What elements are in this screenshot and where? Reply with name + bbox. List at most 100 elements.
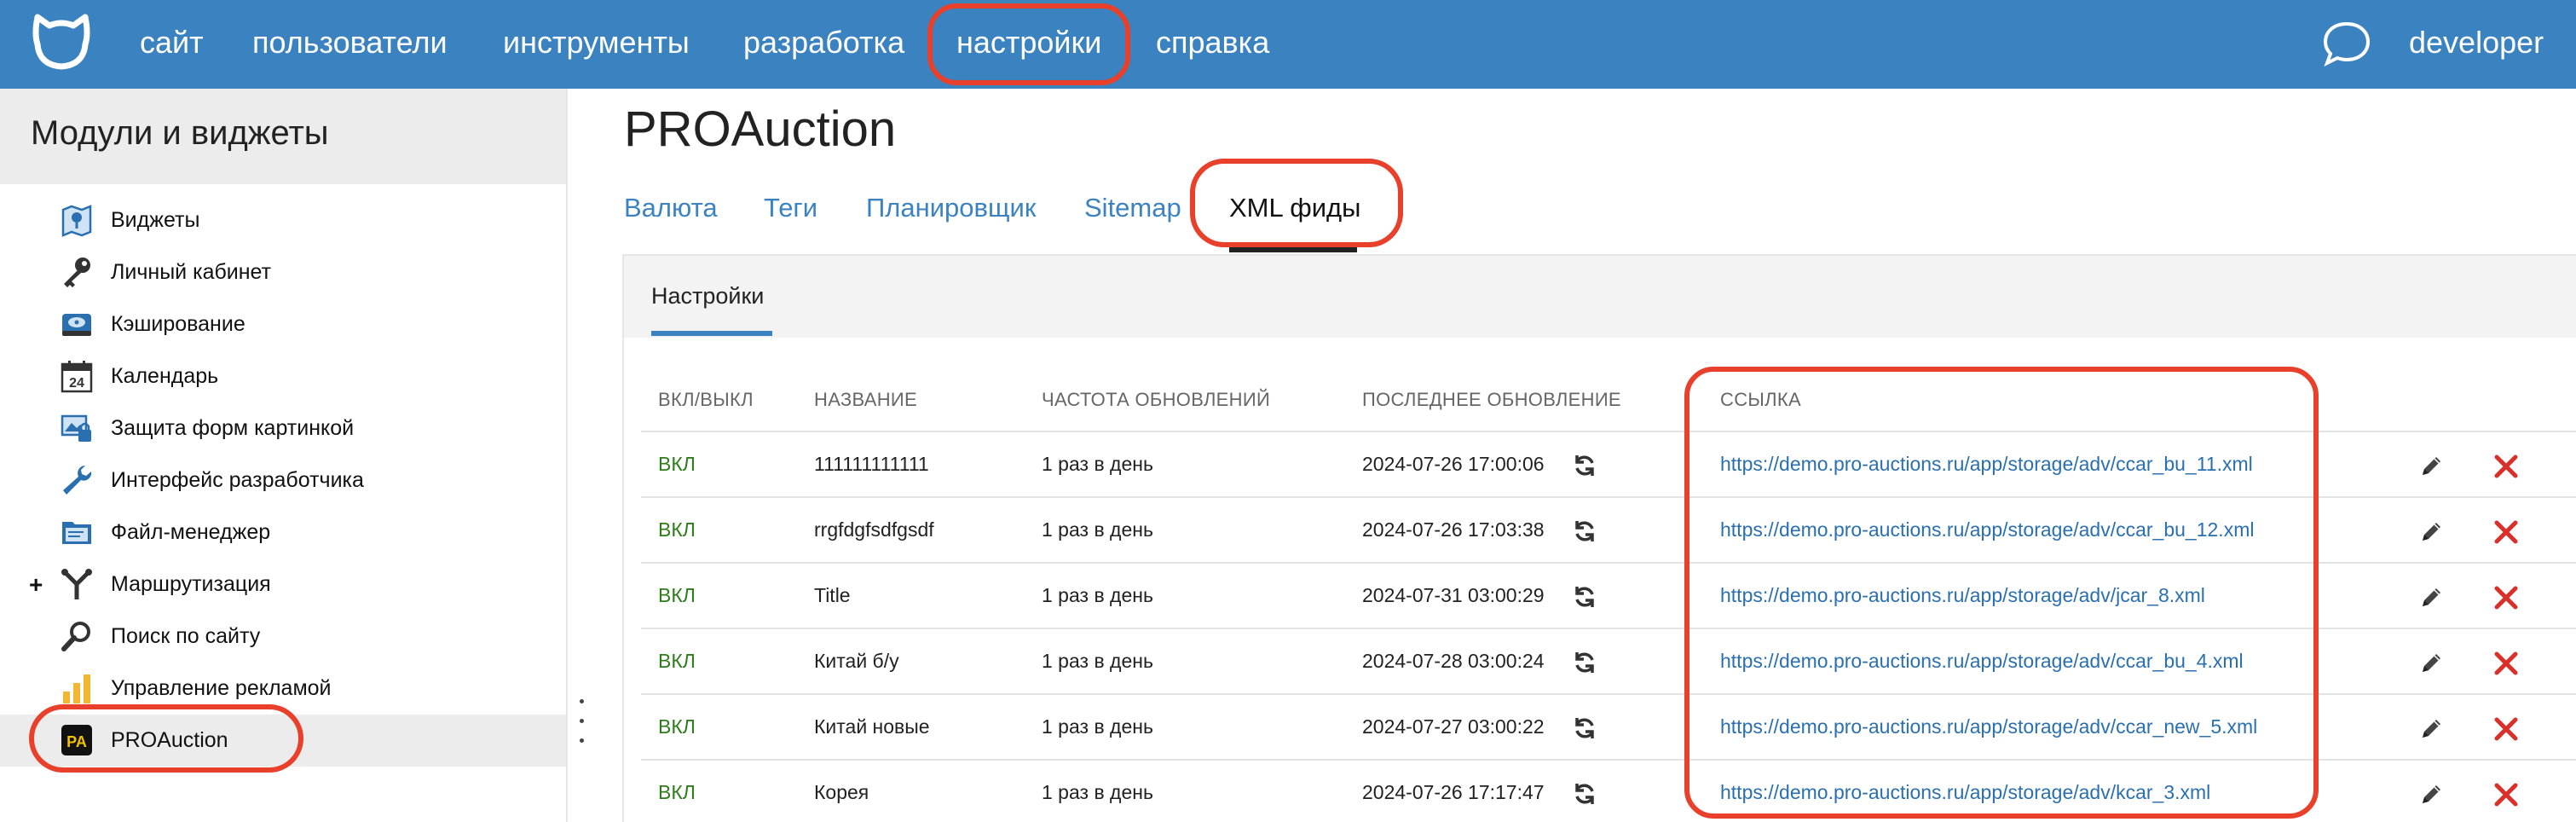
status-toggle[interactable]: ВКЛ	[658, 629, 696, 693]
update-frequency: 1 раз в день	[1042, 453, 1153, 475]
feed-name: Title	[814, 584, 851, 606]
status-toggle[interactable]: ВКЛ	[658, 761, 696, 822]
status-toggle[interactable]: ВКЛ	[658, 695, 696, 759]
refresh-icon[interactable]	[1572, 781, 1597, 807]
sidebar-item-label: Личный кабинет	[111, 260, 272, 284]
feed-name: Китай новые	[814, 715, 930, 738]
wrench-icon	[63, 466, 92, 495]
tab-scheduler[interactable]: Планировщик	[866, 193, 1036, 223]
top-navbar: сайт пользователи инструменты разработка…	[0, 0, 2576, 89]
update-frequency: 1 раз в день	[1042, 781, 1153, 803]
column-header-frequency: ЧАСТОТА ОБНОВЛЕНИЙ	[1042, 389, 1271, 410]
feed-name: Корея	[814, 781, 869, 803]
nav-users[interactable]: пользователи	[252, 0, 448, 89]
nav-help[interactable]: справка	[1156, 0, 1269, 89]
tab-tags[interactable]: Теги	[764, 193, 817, 223]
nav-development[interactable]: разработка	[743, 0, 904, 89]
status-toggle[interactable]: ВКЛ	[658, 564, 696, 628]
close-x-icon[interactable]	[2492, 453, 2520, 480]
active-tab-indicator	[1229, 247, 1357, 252]
refresh-icon[interactable]	[1572, 453, 1597, 478]
file-manager-icon	[62, 522, 91, 544]
update-frequency: 1 раз в день	[1042, 584, 1153, 606]
sidebar-item-routing[interactable]: + Маршрутизация	[0, 559, 566, 611]
last-update-time: 2024-07-31 03:00:29	[1362, 584, 1545, 606]
tab-sitemap[interactable]: Sitemap	[1084, 193, 1181, 223]
key-icon	[64, 258, 90, 287]
highlight-ring	[29, 704, 303, 773]
ads-chart-icon	[63, 674, 90, 703]
highlight-ring	[1684, 367, 2319, 819]
close-x-icon[interactable]	[2492, 650, 2520, 677]
active-subtab-indicator	[651, 331, 772, 336]
update-frequency: 1 раз в день	[1042, 518, 1153, 541]
tab-currency[interactable]: Валюта	[624, 193, 718, 223]
feed-name: Китай б/у	[814, 650, 899, 672]
sidebar-item-caching[interactable]: Кэширование	[0, 298, 566, 350]
refresh-icon[interactable]	[1572, 584, 1597, 610]
cat-logo-icon[interactable]	[29, 10, 94, 75]
page-title: PROAuction	[624, 101, 897, 157]
sidebar-item-label: Календарь	[111, 364, 219, 388]
close-x-icon[interactable]	[2492, 715, 2520, 743]
sidebar-item-dev-interface[interactable]: Интерфейс разработчика	[0, 454, 566, 507]
chat-bubble-icon[interactable]	[2322, 19, 2371, 68]
nav-tools[interactable]: инструменты	[503, 0, 690, 89]
panel-header: Настройки	[624, 256, 2576, 338]
refresh-icon[interactable]	[1572, 650, 1597, 675]
nav-settings[interactable]: настройки	[927, 0, 1131, 89]
pencil-icon[interactable]	[2417, 518, 2445, 546]
last-update-time: 2024-07-27 03:00:22	[1362, 715, 1545, 738]
nav-site[interactable]: сайт	[140, 0, 204, 89]
sidebar-item-label: Маршрутизация	[111, 572, 271, 596]
pencil-icon[interactable]	[2417, 453, 2445, 480]
sidebar-item-label: Защита форм картинкой	[111, 416, 355, 440]
sidebar-resize-handle[interactable]	[578, 699, 586, 750]
svg-text:24: 24	[69, 376, 84, 391]
highlight-ring	[1190, 159, 1403, 247]
sidebar-item-calendar[interactable]: 24 Календарь	[0, 350, 566, 402]
update-frequency: 1 раз в день	[1042, 715, 1153, 738]
close-x-icon[interactable]	[2492, 584, 2520, 611]
sidebar-item-personal-cabinet[interactable]: Личный кабинет	[0, 246, 566, 298]
last-update-time: 2024-07-26 17:03:38	[1362, 518, 1545, 541]
sidebar-item-file-manager[interactable]: Файл-менеджер	[0, 507, 566, 559]
calendar-icon: 24	[61, 361, 93, 393]
captcha-icon	[61, 414, 91, 442]
refresh-icon[interactable]	[1572, 715, 1597, 741]
close-x-icon[interactable]	[2492, 518, 2520, 546]
close-x-icon[interactable]	[2492, 781, 2520, 808]
pencil-icon[interactable]	[2417, 650, 2445, 677]
pencil-icon[interactable]	[2417, 584, 2445, 611]
refresh-icon[interactable]	[1572, 518, 1597, 544]
column-header-last-update: ПОСЛЕДНЕЕ ОБНОВЛЕНИЕ	[1362, 389, 1621, 410]
column-header-name: НАЗВАНИЕ	[814, 389, 917, 410]
sidebar-item-captcha[interactable]: Защита форм картинкой	[0, 402, 566, 454]
last-update-time: 2024-07-28 03:00:24	[1362, 650, 1545, 672]
widgets-map-icon	[61, 205, 92, 237]
disk-cache-icon	[62, 314, 91, 336]
pencil-icon[interactable]	[2417, 715, 2445, 743]
last-update-time: 2024-07-26 17:17:47	[1362, 781, 1545, 803]
sidebar-header: Модули и виджеты	[0, 89, 566, 184]
sidebar-item-widgets[interactable]: Виджеты	[0, 194, 566, 246]
pencil-icon[interactable]	[2417, 781, 2445, 808]
subtab-settings[interactable]: Настройки	[651, 283, 764, 310]
sidebar-title: Модули и виджеты	[31, 114, 329, 152]
routing-icon	[61, 569, 92, 599]
sidebar-item-label: Файл-менеджер	[111, 520, 271, 544]
sidebar-item-label: Поиск по сайту	[111, 624, 261, 648]
modules-sidebar: Модули и виджеты Виджеты Личный кабинет …	[0, 89, 568, 822]
update-frequency: 1 раз в день	[1042, 650, 1153, 672]
expand-plus-icon[interactable]: +	[29, 559, 43, 611]
sidebar-item-site-search[interactable]: Поиск по сайту	[0, 611, 566, 663]
sidebar-item-label: Интерфейс разработчика	[111, 468, 364, 492]
sidebar-item-label: Виджеты	[111, 208, 200, 232]
status-toggle[interactable]: ВКЛ	[658, 432, 696, 496]
sidebar-item-label: Кэширование	[111, 312, 245, 336]
search-icon	[61, 622, 90, 651]
column-header-status: ВКЛ/ВЫКЛ	[658, 389, 754, 410]
feed-name: rrgfdgfsdfgsdf	[814, 518, 934, 541]
status-toggle[interactable]: ВКЛ	[658, 498, 696, 562]
current-user[interactable]: developer	[2409, 0, 2544, 89]
